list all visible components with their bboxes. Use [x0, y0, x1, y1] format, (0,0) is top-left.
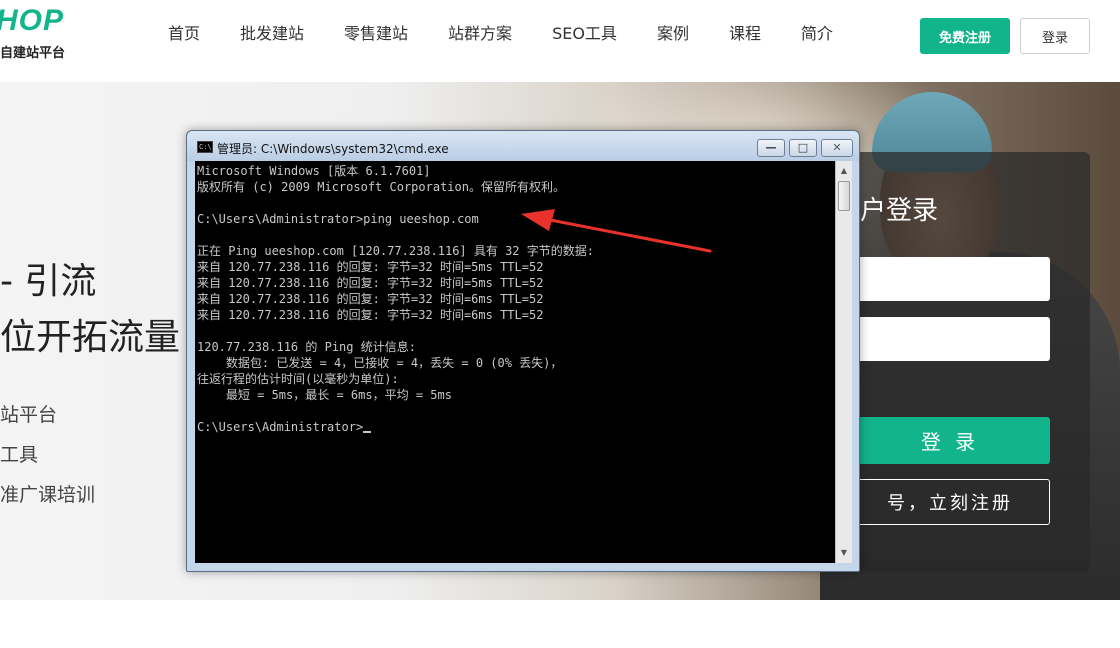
- cmd-window-title: 管理员: C:\Windows\system32\cmd.exe: [217, 142, 449, 156]
- username-input[interactable]: [850, 257, 1050, 301]
- hero-feature-2: 工具: [0, 444, 39, 466]
- console-line: 来自 120.77.238.116 的回复: 字节=32 时间=6ms TTL=…: [197, 292, 544, 306]
- scroll-up-arrow-icon[interactable]: ▲: [836, 163, 852, 179]
- site-logo[interactable]: HOP 自建站平台: [0, 0, 80, 70]
- nav-item-courses[interactable]: 课程: [729, 22, 761, 46]
- logo-subtitle: 自建站平台: [0, 46, 66, 61]
- console-line: Microsoft Windows [版本 6.1.7601]: [197, 164, 431, 178]
- console-line: 最短 = 5ms，最长 = 6ms，平均 = 5ms: [197, 388, 452, 402]
- nav-item-wholesale[interactable]: 批发建站: [240, 22, 304, 46]
- hero-title-line2: 位开拓流量: [0, 317, 181, 358]
- nav-item-home[interactable]: 首页: [168, 22, 200, 46]
- nav-item-about[interactable]: 简介: [801, 22, 833, 46]
- site-header: HOP 自建站平台 首页 批发建站 零售建站 站群方案 SEO工具 案例 课程 …: [0, 0, 1120, 82]
- hero-feature-1: 站平台: [0, 404, 58, 426]
- hero-title-line1: - 引流: [0, 261, 97, 302]
- cmd-titlebar[interactable]: C:\ 管理员: C:\Windows\system32\cmd.exe — □…: [187, 131, 859, 161]
- cmd-window-icon: C:\: [197, 141, 213, 153]
- login-submit-button[interactable]: 登 录: [850, 417, 1050, 464]
- console-scrollbar[interactable]: ▲ ▼: [835, 161, 852, 563]
- maximize-button[interactable]: □: [789, 139, 817, 157]
- console-prompt-line[interactable]: C:\Users\Administrator>: [197, 419, 372, 435]
- nav-item-cases[interactable]: 案例: [657, 22, 689, 46]
- console-line: 来自 120.77.238.116 的回复: 字节=32 时间=5ms TTL=…: [197, 276, 544, 290]
- console-line: 数据包: 已发送 = 4，已接收 = 4，丢失 = 0 (0% 丢失)，: [197, 356, 563, 370]
- text-cursor: [363, 431, 372, 433]
- scroll-down-arrow-icon[interactable]: ▼: [836, 545, 852, 561]
- nav-item-retail[interactable]: 零售建站: [344, 22, 408, 46]
- nav-item-seo-tools[interactable]: SEO工具: [552, 22, 617, 46]
- password-input[interactable]: [850, 317, 1050, 361]
- scroll-thumb[interactable]: [838, 181, 850, 211]
- login-card-title: 户登录: [860, 196, 939, 226]
- main-nav: 首页 批发建站 零售建站 站群方案 SEO工具 案例 课程 简介: [168, 22, 873, 46]
- signup-now-button[interactable]: 号，立刻注册: [850, 479, 1050, 525]
- minimize-button[interactable]: —: [757, 139, 785, 157]
- console-prompt: C:\Users\Administrator>: [197, 420, 364, 434]
- console-line: 往返行程的估计时间(以毫秒为单位):: [197, 372, 399, 386]
- login-card: 户登录 登 录 号，立刻注册: [830, 152, 1090, 572]
- logo-mark: HOP: [0, 4, 65, 37]
- console-line: 120.77.238.116 的 Ping 统计信息:: [197, 340, 416, 354]
- nav-item-site-group[interactable]: 站群方案: [448, 22, 512, 46]
- hero-feature-3: 准广课培训: [0, 484, 96, 506]
- cmd-window[interactable]: C:\ 管理员: C:\Windows\system32\cmd.exe — □…: [186, 130, 860, 572]
- console-line: 版权所有 (c) 2009 Microsoft Corporation。保留所有…: [197, 180, 565, 194]
- header-login-button[interactable]: 登录: [1020, 18, 1090, 54]
- close-button[interactable]: ✕: [821, 139, 853, 157]
- free-register-button[interactable]: 免费注册: [920, 18, 1010, 54]
- console-line: C:\Users\Administrator>ping ueeshop.com: [197, 212, 479, 226]
- console-line: 来自 120.77.238.116 的回复: 字节=32 时间=5ms TTL=…: [197, 260, 544, 274]
- console-line: 来自 120.77.238.116 的回复: 字节=32 时间=6ms TTL=…: [197, 308, 544, 322]
- red-arrow-icon: [521, 209, 712, 253]
